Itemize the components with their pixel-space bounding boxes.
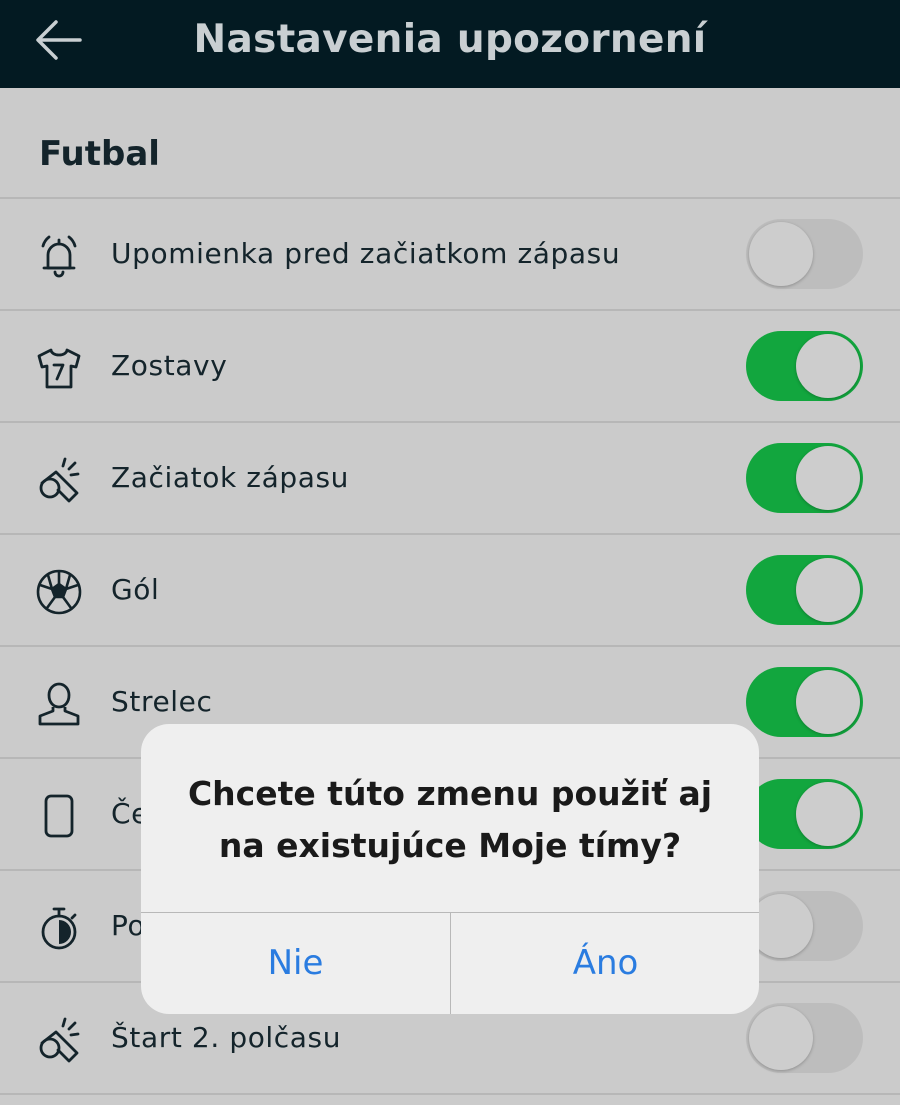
page-title: Nastavenia upozornení — [193, 17, 707, 62]
whistle-icon — [39, 457, 80, 503]
toggle-switch[interactable] — [746, 779, 863, 849]
dialog-message-line1: Chcete túto zmenu použiť aj — [187, 774, 713, 813]
soccer-ball-icon — [36, 569, 82, 615]
row-label: Zostavy — [111, 349, 228, 382]
row-match-start[interactable]: Začiatok zápasu — [0, 423, 900, 533]
row-match-reminder[interactable]: Upomienka pred začiatkom zápasu — [0, 199, 900, 309]
toggle-knob — [796, 558, 860, 622]
divider — [0, 1093, 900, 1095]
toggle-switch[interactable] — [746, 443, 863, 513]
toggle-knob — [796, 446, 860, 510]
row-goal[interactable]: Gól — [0, 535, 900, 645]
toggle-knob — [796, 782, 860, 846]
bell-icon — [41, 235, 77, 278]
section-title: Futbal — [39, 134, 160, 174]
whistle-icon — [39, 1017, 80, 1063]
toggle-knob — [796, 334, 860, 398]
no-button[interactable]: Nie — [141, 913, 450, 1014]
dialog-message-line2: na existujúce Moje tímy? — [218, 826, 682, 865]
person-icon — [38, 682, 80, 726]
toggle-switch[interactable] — [746, 219, 863, 289]
toggle-switch[interactable] — [746, 891, 863, 961]
row-lineups[interactable]: Zostavy — [0, 311, 900, 421]
stopwatch-icon — [41, 907, 77, 950]
toggle-switch[interactable] — [746, 331, 863, 401]
toggle-switch[interactable] — [746, 1003, 863, 1073]
yes-button[interactable]: Áno — [451, 913, 759, 1014]
toggle-knob — [749, 222, 813, 286]
jersey-icon — [37, 348, 81, 389]
toggle-knob — [796, 670, 860, 734]
dialog-message: Chcete túto zmenu použiť aj na existujúc… — [161, 768, 739, 872]
row-label: Gól — [111, 573, 160, 606]
row-label: Začiatok zápasu — [111, 461, 350, 494]
top-bar: Nastavenia upozornení — [0, 0, 900, 88]
toggle-switch[interactable] — [746, 555, 863, 625]
card-icon — [44, 794, 74, 838]
toggle-switch[interactable] — [746, 667, 863, 737]
row-label: Upomienka pred začiatkom zápasu — [111, 237, 621, 270]
toggle-knob — [749, 1006, 813, 1070]
confirm-dialog: Chcete túto zmenu použiť aj na existujúc… — [141, 724, 759, 1014]
